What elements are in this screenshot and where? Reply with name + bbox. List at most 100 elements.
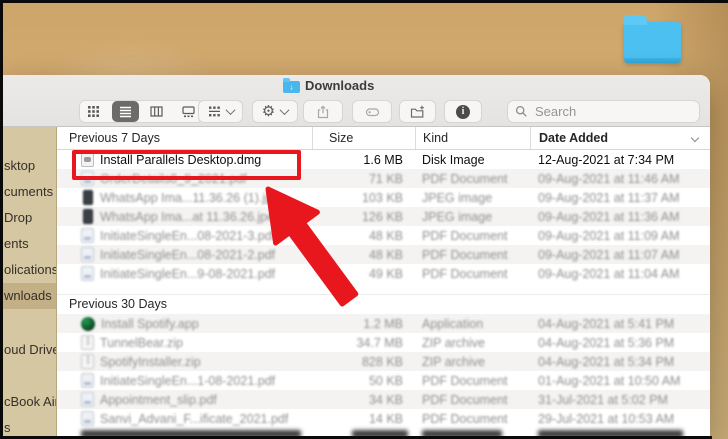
file-row[interactable]: InitiateSingleEn...9-08-2021.pdf 49 KB P… (57, 264, 710, 283)
file-size: 126 KB (361, 209, 403, 224)
search-icon (515, 105, 527, 117)
file-kind: PDF Document (422, 373, 508, 388)
icon-view-button[interactable] (80, 101, 108, 122)
file-date-added: 29-Jul-2021 at 10:53 AM (538, 411, 675, 426)
file-type-icon (81, 247, 94, 262)
file-size: 48 KB (368, 247, 403, 262)
file-kind: Disk Image (422, 152, 485, 167)
file-row[interactable]: OrderDetails8_9_2021.pdf 71 KB PDF Docum… (57, 169, 710, 188)
sidebar: sktop cuments Drop ents olications wnloads ou… (0, 127, 57, 439)
file-row[interactable]: Install Parallels Desktop.dmg 1.6 MB Dis… (57, 150, 710, 169)
file-size: 828 KB (361, 354, 403, 369)
sort-chevron-down-icon (690, 133, 700, 143)
sidebar-item[interactable]: cuments (0, 179, 56, 205)
sidebar-item[interactable]: oud Drive (0, 337, 56, 363)
file-row[interactable]: InitiateSingleEn...1-08-2021.pdf 50 KB P… (57, 371, 710, 390)
file-size: 34 KB (368, 392, 403, 407)
file-name: TunnelBear.zip (100, 335, 183, 350)
info-icon: i (456, 104, 470, 119)
file-name: InitiateSingleEn...08-2021-2.pdf (100, 247, 276, 262)
file-name: Install Parallels Desktop.dmg (100, 152, 262, 167)
share-button[interactable] (303, 100, 343, 123)
file-date-added: 04-Aug-2021 at 5:34 PM (538, 354, 675, 369)
title-bar[interactable]: Downloads (0, 75, 710, 97)
file-type-icon (81, 152, 94, 167)
group-header-label: Previous 7 Days (69, 131, 161, 145)
file-date-added: 09-Aug-2021 at 11:46 AM (538, 171, 680, 186)
file-kind: PDF Document (422, 266, 508, 281)
file-size: 50 KB (368, 373, 403, 388)
file-date-added: 04-Aug-2021 at 5:41 PM (538, 316, 675, 331)
file-row[interactable]: SpotifyInstaller.zip 828 KB ZIP archive … (57, 352, 710, 371)
sidebar-item[interactable]: Drop (0, 205, 56, 231)
sidebar-item[interactable]: ents (0, 231, 56, 257)
column-header-kind[interactable]: Kind (415, 127, 530, 149)
sidebar-item[interactable]: sktop (0, 153, 56, 179)
file-row[interactable]: WhatsApp Ima...11.36.26 (1).jpeg 103 KB … (57, 188, 710, 207)
file-name: WhatsApp Ima...11.36.26 (1).jpeg (100, 190, 286, 205)
columns-icon (150, 106, 163, 117)
file-type-icon (81, 411, 94, 426)
file-type-icon (81, 392, 94, 407)
file-name: Install Spotify.app (101, 316, 199, 331)
group-by-button[interactable] (198, 100, 243, 123)
file-type-icon (82, 209, 93, 224)
file-name: OrderDetails8_9_2021.pdf (100, 171, 247, 186)
file-name: InitiateSingleEn...08-2021-3.pdf (100, 228, 276, 243)
file-size: 48 KB (368, 228, 403, 243)
get-info-button[interactable]: i (444, 100, 482, 123)
search-input[interactable] (533, 103, 692, 120)
chevron-down-icon (279, 105, 290, 116)
action-menu-button[interactable]: ⚙ (252, 100, 298, 123)
file-row[interactable]: TunnelBear.zip 34.7 MB ZIP archive 04-Au… (57, 333, 710, 352)
sidebar-item[interactable]: olications (0, 257, 56, 283)
column-header-size[interactable]: Size (312, 127, 415, 149)
file-kind: PDF Document (422, 228, 508, 243)
sidebar-item[interactable]: cBook Air (0, 389, 56, 415)
desktop-blue-folder-icon[interactable] (624, 15, 681, 63)
file-row[interactable]: WhatsApp Ima...at 11.36.26.jpeg 126 KB J… (57, 207, 710, 226)
file-row[interactable]: InitiateSingleEn...08-2021-2.pdf 48 KB P… (57, 245, 710, 264)
column-header-date-added[interactable]: Date Added (530, 127, 710, 149)
search-field[interactable] (507, 100, 700, 123)
file-kind: Application (422, 316, 484, 331)
file-size: 103 KB (361, 190, 403, 205)
file-row[interactable]: Sanvi_Advani_F...ificate_2021.pdf 14 KB … (57, 409, 710, 428)
file-date-added: 09-Aug-2021 at 11:07 AM (538, 247, 680, 262)
file-kind: PDF Document (422, 411, 508, 426)
file-type-icon (81, 266, 94, 281)
screenshot-stage: Downloads (0, 0, 728, 439)
window-chrome: Downloads (0, 75, 710, 127)
window-title: Downloads (305, 78, 375, 93)
file-name: Appointment_slip.pdf (100, 392, 217, 407)
file-kind: PDF Document (422, 247, 508, 262)
file-date-added: 09-Aug-2021 at 11:36 AM (538, 209, 680, 224)
list-icon (119, 106, 131, 118)
sidebar-item[interactable]: wnloads (0, 283, 56, 309)
group-by-icon (208, 106, 220, 117)
finder-window: Downloads (0, 75, 710, 439)
file-size: 1.6 MB (363, 152, 403, 167)
list-view-button-selected[interactable] (111, 101, 139, 122)
file-date-added: 09-Aug-2021 at 11:37 AM (538, 190, 680, 205)
file-name: SpotifyInstaller.zip (100, 354, 201, 369)
file-name: InitiateSingleEn...9-08-2021.pdf (100, 266, 276, 281)
new-folder-button[interactable] (399, 100, 436, 123)
file-size: 34.7 MB (356, 335, 403, 350)
file-date-added: 04-Aug-2021 at 5:36 PM (538, 335, 675, 350)
tags-button[interactable] (352, 100, 392, 123)
file-kind: ZIP archive (422, 335, 485, 350)
column-view-button[interactable] (143, 101, 171, 122)
view-switcher (79, 100, 203, 123)
column-header-row: Previous 7 Days Size Kind Date Added (57, 127, 710, 150)
file-row[interactable]: Appointment_slip.pdf 34 KB PDF Document … (57, 390, 710, 409)
file-type-icon (81, 373, 94, 388)
file-type-icon (81, 171, 94, 186)
file-row[interactable]: Install Spotify.app 1.2 MB Application 0… (57, 314, 710, 333)
file-date-added: 01-Aug-2021 at 10:50 AM (538, 373, 681, 388)
file-name: WhatsApp Ima...at 11.36.26.jpeg (100, 209, 282, 224)
file-list-area: Previous 7 Days Size Kind Date Added Ins… (57, 127, 710, 439)
file-row[interactable]: InitiateSingleEn...08-2021-3.pdf 48 KB P… (57, 226, 710, 245)
screenshot-left-edge (0, 0, 3, 439)
